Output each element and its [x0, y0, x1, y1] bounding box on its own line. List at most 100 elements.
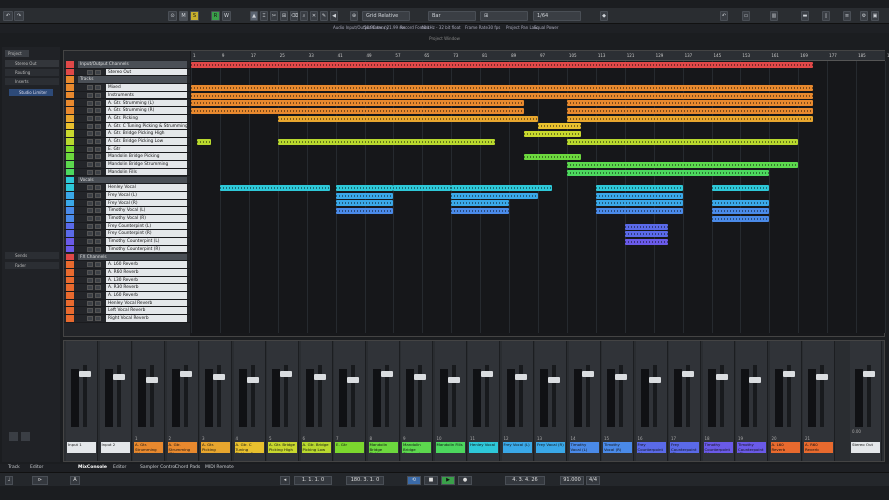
track-name[interactable]: Instruments [106, 91, 187, 99]
info-value-panlaw[interactable]: Equal Power [534, 25, 559, 30]
fader-handle[interactable] [380, 371, 393, 377]
track-solo-button[interactable] [95, 285, 101, 291]
zoom-icon[interactable]: ⌕ [300, 11, 308, 21]
signature-display[interactable]: 4/4 [586, 476, 600, 485]
quantize-select[interactable]: 1/64 [533, 11, 581, 21]
audio-event[interactable] [624, 223, 669, 230]
track-row[interactable]: A. Gtr. C Tuning Picking & Strumming [64, 122, 190, 131]
fader-handle[interactable] [548, 377, 560, 383]
tab-editor[interactable]: Editor [30, 465, 43, 470]
track-solo-button[interactable] [95, 69, 101, 75]
record-button[interactable]: ● [458, 476, 472, 485]
track-row[interactable]: Mixed [64, 84, 190, 92]
track-mute-button[interactable] [87, 285, 93, 291]
track-row[interactable]: Frey Vocal (R) [64, 199, 190, 208]
track-mute-button[interactable] [87, 300, 93, 306]
audio-event[interactable] [566, 108, 813, 114]
track-mute-button[interactable] [87, 208, 93, 214]
draw-icon[interactable]: ✎ [320, 11, 328, 21]
channel-name[interactable]: A. Gtr. Picking [201, 442, 230, 453]
punch-icon[interactable]: ⊳ [32, 476, 48, 485]
track-solo-button[interactable] [95, 262, 101, 268]
track-mute-button[interactable] [87, 69, 93, 75]
fader-handle[interactable] [213, 374, 225, 380]
metronome-icon[interactable]: ♩ [5, 476, 13, 485]
inspector-inserts[interactable]: Inserts [5, 78, 59, 85]
track-row[interactable]: A. R30 Reverb [64, 284, 190, 292]
tab-track[interactable]: Track [8, 465, 20, 470]
event-display[interactable] [191, 61, 886, 333]
track-solo-button[interactable] [95, 239, 101, 245]
track-name[interactable]: Timothy Vocal (L) [106, 207, 187, 214]
track-row[interactable]: A. Gtr. Strumming (L) [64, 99, 190, 108]
track-solo-button[interactable] [95, 216, 101, 221]
fader-handle[interactable] [581, 371, 594, 377]
track-row[interactable]: Stereo Out [64, 68, 190, 77]
audio-event[interactable] [451, 200, 510, 207]
track-name[interactable]: Frey Counterpint (L) [106, 222, 187, 230]
track-solo-button[interactable] [95, 316, 101, 322]
track-row[interactable]: A. R60 Reverb [64, 268, 190, 277]
channel-name[interactable]: Mandolin Fills [435, 442, 465, 453]
volume-fader-track[interactable] [150, 365, 154, 427]
fader-handle[interactable] [280, 371, 292, 377]
track-mute-button[interactable] [87, 308, 93, 314]
track-row[interactable]: FX Channels [64, 253, 190, 262]
settings-icon[interactable]: ⚙ [860, 11, 868, 21]
cycle-button[interactable]: ⟲ [407, 476, 421, 485]
audio-event[interactable] [335, 185, 394, 191]
audio-event[interactable] [595, 208, 683, 215]
right-locator[interactable]: 180. 3. 1. 0 [346, 476, 384, 485]
track-name[interactable]: Mixed [106, 84, 187, 91]
track-row[interactable]: Frey Vocal (L) [64, 191, 190, 200]
insert-slot[interactable]: Studio Limiter [9, 89, 53, 96]
channel-name[interactable]: Frey Counterpoint (L) [636, 442, 666, 453]
track-row[interactable]: Timothy Counterpint (R) [64, 245, 190, 254]
audio-event[interactable] [523, 131, 582, 138]
track-name[interactable]: Henley Vocal [106, 184, 187, 191]
track-row[interactable]: Frey Counterpint (L) [64, 222, 190, 231]
zoom-select[interactable]: ⊞ [480, 11, 528, 21]
track-row[interactable]: A. Gtr. Picking [64, 114, 190, 123]
track-row[interactable]: A. Gtr. Bridge Picking Low [64, 138, 190, 146]
track-name[interactable]: Left Vocal Reverb [106, 307, 187, 315]
channel-name[interactable]: A. Gtr. Bridge Picking Low [301, 442, 331, 453]
channel-name[interactable]: A. Gtr. Strumming (L) [134, 442, 163, 453]
channel-name[interactable]: Timothy Counterpoint (L) [703, 442, 733, 453]
track-solo-button[interactable] [95, 223, 101, 229]
inspector-fader[interactable]: Fader [5, 262, 59, 269]
volume-fader-track[interactable] [753, 365, 757, 427]
audio-event[interactable] [277, 138, 495, 145]
volume-fader-track[interactable] [250, 365, 255, 427]
track-name[interactable]: Mandolin Bridge Strumming [106, 161, 187, 168]
track-name[interactable]: FX Channels [78, 253, 187, 261]
tempo-display[interactable]: 91.000 [560, 476, 584, 485]
track-mute-button[interactable] [87, 154, 93, 160]
info-value-format[interactable]: 48 kHz - 32 bit float [421, 25, 461, 30]
inspector-stereo-out[interactable]: Stereo Out [5, 60, 59, 67]
info-value-framerate[interactable]: 30 fps [488, 25, 500, 30]
tab-midi-remote[interactable]: MIDI Remote [205, 465, 234, 470]
track-solo-button[interactable] [95, 146, 101, 152]
media-bay-icon[interactable]: ≡ [843, 11, 851, 21]
audio-event[interactable] [595, 192, 683, 199]
channel-name[interactable]: Input 2 [100, 442, 130, 453]
grid-type-select[interactable]: Bar [428, 11, 476, 21]
track-row[interactable]: Henley Vocal Reverb [64, 299, 190, 308]
track-solo-button[interactable] [95, 246, 101, 252]
track-solo-button[interactable] [95, 154, 101, 160]
track-name[interactable]: Mandolin Fills [106, 168, 187, 176]
audio-event[interactable] [566, 100, 813, 107]
layout-right-icon[interactable]: ▯ [822, 11, 830, 21]
tab-chord-pads[interactable]: Chord Pads [175, 465, 200, 470]
track-name[interactable]: Timothy Counterpint (R) [106, 245, 187, 253]
track-row[interactable]: Left Vocal Reverb [64, 307, 190, 316]
track-solo-button[interactable] [95, 162, 101, 168]
undo-icon[interactable]: ↶ [3, 11, 13, 21]
write-automation-button[interactable]: W [222, 11, 231, 21]
power-icon[interactable] [9, 432, 18, 441]
audio-event[interactable] [191, 92, 813, 99]
track-name[interactable]: A. Gtr. Bridge Picking Low [106, 138, 187, 145]
track-name[interactable]: A. Gtr. Strumming (R) [106, 107, 187, 114]
glue-icon[interactable]: ⊞ [280, 11, 288, 21]
